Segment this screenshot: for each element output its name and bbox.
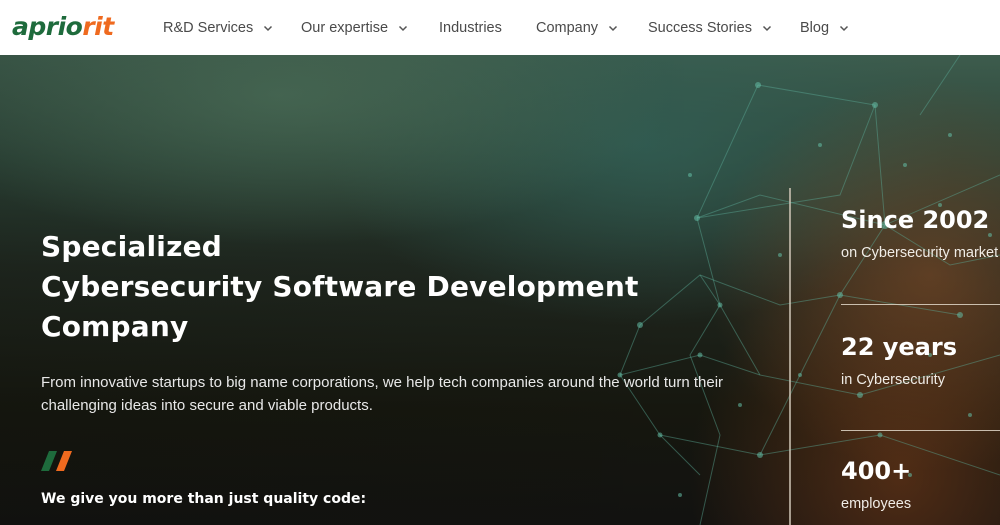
stats-vertical-divider [789, 188, 791, 525]
stat-divider [841, 430, 1000, 431]
nav-item-our-expertise[interactable]: Our expertise [301, 18, 409, 38]
nav-label: R&D Services [163, 20, 254, 36]
double-slash-icon [41, 451, 72, 471]
stat-value: 22 years [841, 333, 957, 361]
nav-item-blog[interactable]: Blog [800, 18, 850, 38]
nav-label: Our expertise [301, 20, 389, 36]
hero-subheading: We give you more than just quality code: [41, 491, 367, 507]
stat-label: in Cybersecurity [841, 372, 945, 388]
nav-item-success-stories[interactable]: Success Stories [648, 18, 773, 38]
nav-item-industries[interactable]: Industries [439, 18, 502, 38]
nav-label: Company [536, 20, 599, 36]
stat-since-2002: Since 2002 on Cybersecurity market [841, 205, 998, 261]
stat-value: 400+ [841, 457, 912, 485]
hero-title-line: Specialized [41, 230, 223, 263]
chevron-down-icon [761, 22, 773, 34]
chevron-down-icon [607, 22, 619, 34]
nav-label: Industries [439, 20, 502, 36]
site-header: apriorit R&D Services Our expertise Indu… [0, 0, 1000, 55]
hero-title-line: Cybersecurity Software Development [41, 270, 639, 303]
main-nav: R&D Services Our expertise Industries Co… [0, 0, 1000, 55]
stat-label: on Cybersecurity market [841, 245, 999, 261]
nav-item-rd-services[interactable]: R&D Services [163, 18, 274, 38]
stat-employees: 400+ employees [841, 456, 911, 512]
hero-lead-text: From innovative startups to big name cor… [41, 374, 724, 414]
nav-item-company[interactable]: Company [536, 18, 619, 38]
nav-label: Blog [800, 20, 830, 36]
chevron-down-icon [397, 22, 409, 34]
chevron-down-icon [838, 22, 850, 34]
nav-label: Success Stories [648, 20, 752, 36]
hero-title-line: Company [41, 310, 189, 343]
hero-section: Specialized Cybersecurity Software Devel… [0, 55, 1000, 525]
stat-years: 22 years in Cybersecurity [841, 332, 957, 388]
hero-title: Specialized Cybersecurity Software Devel… [41, 227, 681, 347]
stat-divider [841, 304, 1000, 305]
stat-value: Since 2002 [841, 206, 990, 234]
stat-label: employees [841, 496, 912, 512]
chevron-down-icon [262, 22, 274, 34]
